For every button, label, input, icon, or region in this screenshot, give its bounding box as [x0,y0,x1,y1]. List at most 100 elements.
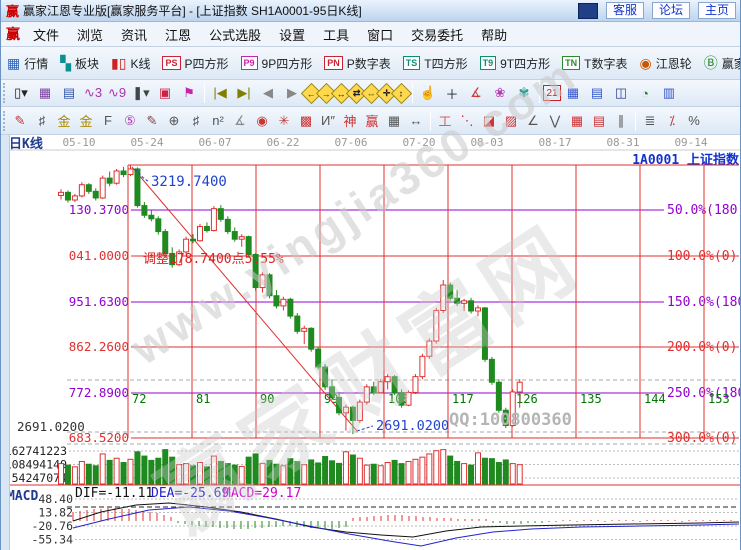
menu-工具[interactable]: 工具 [314,23,358,46]
flower-tool-icon[interactable]: ❀ [488,82,512,104]
volume-bar [413,459,418,484]
menu-logo: 赢 [6,24,20,44]
candle [462,301,467,304]
window-control-icon[interactable] [578,3,598,19]
gann-line-icon[interactable]: ♯ [31,110,53,132]
clipboard-icon[interactable]: ▤ [57,82,81,104]
wave-9-icon[interactable]: ∿9 [105,82,129,104]
fibo-f-icon[interactable]: F [97,110,119,132]
toolbar-button-9p-square[interactable]: P99P四方形 [235,52,319,75]
menu-公式选股[interactable]: 公式选股 [200,23,270,46]
menu-资讯[interactable]: 资讯 [112,23,156,46]
toolbar-button-t-square[interactable]: TST四方形 [397,52,474,75]
toolbar-button-9t-square[interactable]: T99T四方形 [474,52,557,75]
target-tool-icon[interactable]: ◉ [251,110,273,132]
angle-gauge-icon[interactable]: ∡ [229,110,251,132]
toolbar-button-kline[interactable]: ▮▯K线 [105,52,156,75]
volume-bar [163,450,168,484]
box-fan-2-icon[interactable]: ▨ [500,110,522,132]
date-label: 05-24 [130,136,163,149]
bar-count-label: 144 [644,392,666,406]
dia-v-icon[interactable]: ↕ [391,82,412,103]
draw-pencil-icon[interactable]: ✎ [9,110,31,132]
v-lines-icon[interactable]: ⋁ [544,110,566,132]
volume-bar [156,458,161,484]
menu-帮助[interactable]: 帮助 [472,23,516,46]
ruler-grid-icon[interactable]: ▦ [383,110,405,132]
grid-box-tool-icon[interactable]: ▩ [295,110,317,132]
pattern-window-icon[interactable]: ▦ [33,82,57,104]
kline-style-dropdown-icon[interactable]: ▯▾ [9,82,33,104]
calendar-icon[interactable]: 21 [543,85,561,101]
toolbar-button-p-square[interactable]: PSP四方形 [156,52,234,75]
h-measure-icon[interactable]: ↔ [405,110,427,132]
angle-lines-icon[interactable]: ∠ [522,110,544,132]
volume-bar [107,460,112,484]
customer-service-button[interactable]: 客服 [606,2,644,19]
color-flag-icon[interactable]: ⚑ [177,82,201,104]
toolbar-button-p-number-table[interactable]: PNP数字表 [318,52,397,75]
volume-bar [343,452,348,484]
menu-设置[interactable]: 设置 [270,23,314,46]
homepage-button[interactable]: 主页 [698,2,736,19]
save-icon[interactable]: ◫ [609,82,633,104]
calculator-icon[interactable]: ▦ [561,82,585,104]
last-bar-icon[interactable]: ▶| [232,82,256,104]
angle-measure-icon[interactable]: ∡ [464,82,488,104]
fan-rays-icon[interactable]: ⋱ [456,110,478,132]
price-ladder-icon[interactable]: ≣ [639,110,661,132]
forum-button[interactable]: 论坛 [652,2,690,19]
menu-浏览[interactable]: 浏览 [68,23,112,46]
pan-hand-icon[interactable]: ☝ [416,82,440,104]
wave-3-icon[interactable]: ∿3 [81,82,105,104]
knot-tool-icon[interactable]: ✾ [512,82,536,104]
volume-bar [218,461,223,484]
notes-icon[interactable]: ▤ [585,82,609,104]
gold-section-2-icon[interactable]: 金 [75,110,97,132]
stats-clock-icon[interactable]: ◔ [633,82,657,104]
candle-type-dropdown-icon[interactable]: ❚▾ [129,82,153,104]
crosshair-icon[interactable]: ＋ [440,82,464,104]
volume-bar [406,461,411,484]
pencil-grid-icon[interactable]: ✎ [141,110,163,132]
menu-窗口[interactable]: 窗口 [358,23,402,46]
candle [198,226,203,240]
menu-交易委托[interactable]: 交易委托 [402,23,472,46]
gann-box-icon[interactable]: ▣ [153,82,177,104]
volume-bar [482,458,487,484]
spiral-5-icon[interactable]: ⑤ [119,110,141,132]
grid-lines-icon[interactable]: ♯ [185,110,207,132]
candle [295,316,300,331]
ying-tool-icon[interactable]: 赢 [361,110,383,132]
percent-icon[interactable]: % [683,110,705,132]
menu-文件[interactable]: 文件 [24,23,68,46]
gann-circle-icon[interactable]: ⊕ [163,110,185,132]
menu-江恩[interactable]: 江恩 [156,23,200,46]
percent-triangle-icon[interactable]: ⁒ [661,110,683,132]
gold-section-1-icon[interactable]: 金 [53,110,75,132]
parallel-lines-icon[interactable]: ∥ [610,110,632,132]
dif-value-label: DIF=-11.11 [75,486,153,501]
shen-tool-icon[interactable]: 神 [339,110,361,132]
i-mark-icon[interactable]: И″ [317,110,339,132]
box-fan-icon[interactable]: ◪ [478,110,500,132]
toolbar-button-quotes[interactable]: ▦行情 [1,52,54,75]
gann-wheel-icon: ◉ [639,56,651,70]
dense-grid-2-icon[interactable]: ▤ [588,110,610,132]
toolbar-button-t-number-table[interactable]: TNT数字表 [556,52,633,75]
price-chart-canvas[interactable]: 05-1005-2406-0706-2207-0607-2008-0308-17… [1,135,741,550]
toolbar-button-winner-wheel[interactable]: Ⓑ赢家轮 [698,52,741,75]
first-bar-icon[interactable]: |◀ [208,82,232,104]
toolbar-button-gann-wheel[interactable]: ◉江恩轮 [633,52,697,75]
chart-area[interactable]: 05-1005-2406-0706-2207-0607-2008-0308-17… [1,135,741,550]
starburst-tool-icon[interactable]: ✳ [273,110,295,132]
volume-bar [114,458,119,484]
prev-bar-icon[interactable]: ◀ [256,82,280,104]
square-n2-icon[interactable]: n² [207,110,229,132]
toolbar-button-sectors[interactable]: ▚板块 [54,52,105,75]
workstation-icon[interactable]: ▥ [657,82,681,104]
toolbar-label: 9P四方形 [262,55,313,72]
dense-grid-icon[interactable]: ▦ [566,110,588,132]
volume-bar [135,452,140,484]
pillar-tool-icon[interactable]: 工 [434,110,456,132]
